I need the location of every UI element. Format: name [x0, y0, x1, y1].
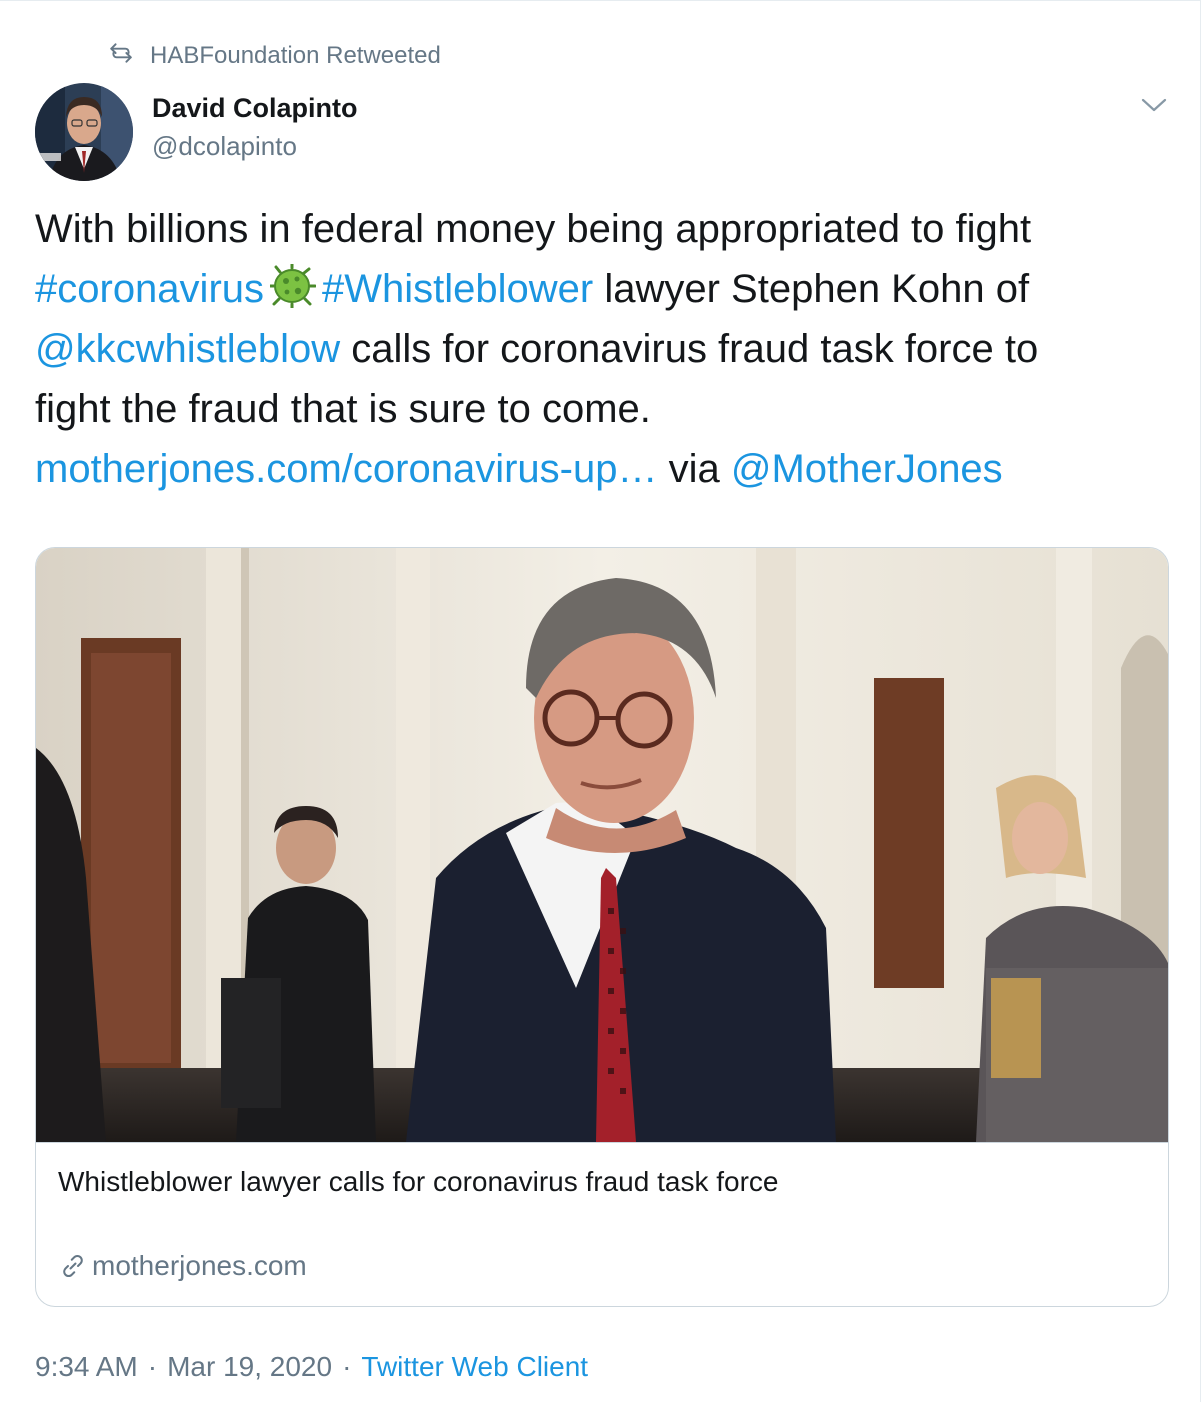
tweet-text-segment: calls for coronavirus fraud task force t… [340, 327, 1039, 371]
tweet-line-5: motherjones.com/coronavirus-up… via @Mot… [35, 439, 1175, 499]
tweet-container: HABFoundation Retweeted David Colapinto … [0, 0, 1201, 1402]
tweet-metadata: 9:34 AM · Mar 19, 2020 · Twitter Web Client [35, 1351, 588, 1383]
mention-motherjones[interactable]: @MotherJones [731, 447, 1003, 491]
tweet-time[interactable]: 9:34 AM [35, 1351, 138, 1382]
card-image [36, 548, 1168, 1142]
article-url-link[interactable]: motherjones.com/coronavirus-up… [35, 447, 657, 491]
chevron-down-icon [1141, 98, 1167, 112]
hashtag-whistleblower[interactable]: #Whistleblower [322, 267, 593, 311]
author-handle[interactable]: @dcolapinto [152, 131, 297, 162]
tweet-line-2: #coronavirus #Whistleblower lawyer Steph… [35, 259, 1175, 319]
microbe-emoji-icon [268, 262, 317, 310]
tweet-text-segment: lawyer Stephen Kohn of [593, 267, 1030, 311]
mention-kkcwhistleblow[interactable]: @kkcwhistleblow [35, 327, 340, 371]
author-name[interactable]: David Colapinto [152, 93, 358, 124]
retweet-label[interactable]: HABFoundation Retweeted [150, 42, 441, 70]
link-icon [63, 1254, 83, 1278]
card-title[interactable]: Whistleblower lawyer calls for coronavir… [58, 1166, 778, 1198]
tweet-line-3: @kkcwhistleblow calls for coronavirus fr… [35, 319, 1175, 379]
tweet-line-1: With billions in federal money being app… [35, 207, 1032, 251]
retweet-icon [108, 40, 134, 73]
card-divider [36, 1142, 1168, 1143]
tweet-text-segment: via [657, 447, 731, 491]
retweet-indicator: HABFoundation Retweeted [108, 41, 441, 71]
more-options-button[interactable] [1138, 91, 1170, 119]
avatar[interactable] [35, 83, 133, 181]
tweet-line-4: fight the fraud that is sure to come. [35, 387, 651, 431]
meta-separator: · [147, 1351, 158, 1382]
meta-separator: · [342, 1351, 352, 1382]
card-domain[interactable]: motherjones.com [58, 1250, 307, 1282]
tweet-date[interactable]: Mar 19, 2020 [167, 1351, 332, 1382]
hashtag-coronavirus[interactable]: #coronavirus [35, 267, 264, 311]
tweet-text: With billions in federal money being app… [35, 199, 1175, 499]
card-domain-text: motherjones.com [92, 1250, 307, 1281]
tweet-source-link[interactable]: Twitter Web Client [361, 1351, 588, 1382]
link-preview-card[interactable]: Whistleblower lawyer calls for coronavir… [35, 547, 1169, 1307]
